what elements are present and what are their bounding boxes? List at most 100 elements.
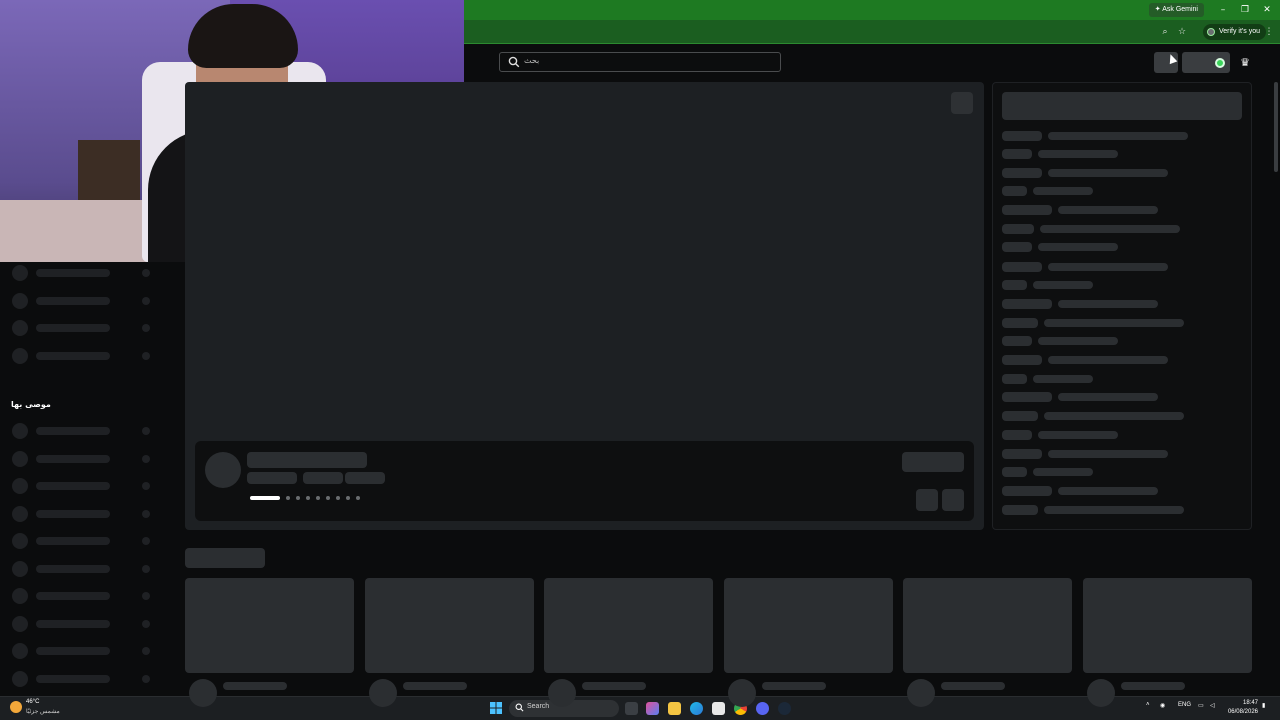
chat-message-placeholder [1048, 132, 1188, 140]
ask-gemini-button[interactable]: ✦ Ask Gemini [1148, 3, 1204, 17]
carousel-dot[interactable] [356, 496, 360, 500]
network-icon[interactable]: ▭ [1198, 702, 1204, 709]
stream-card-avatar[interactable] [1087, 679, 1115, 707]
carousel-dot[interactable] [316, 496, 320, 500]
stream-card-avatar[interactable] [907, 679, 935, 707]
hero-next-placeholder[interactable] [942, 489, 964, 511]
carousel-dot-active[interactable] [250, 496, 280, 500]
edge-icon[interactable] [690, 702, 703, 715]
restore-icon[interactable]: ❐ [1238, 3, 1252, 17]
minimize-icon[interactable]: – [1216, 3, 1230, 17]
hero-action-placeholder[interactable] [902, 452, 964, 472]
sidebar-channel-name [36, 510, 110, 518]
sidebar-channel-name [36, 352, 110, 360]
sidebar-viewer-count [142, 592, 150, 600]
page-scrollbar[interactable] [1274, 82, 1278, 172]
zoom-icon[interactable]: ⌕ [1158, 25, 1172, 39]
chat-username-placeholder [1002, 280, 1027, 290]
chat-username-placeholder [1002, 411, 1038, 421]
sidebar-channel-avatar[interactable] [12, 616, 28, 632]
stream-card-title [762, 682, 826, 690]
sidebar-channel-avatar[interactable] [12, 478, 28, 494]
stream-card-title [403, 682, 467, 690]
volume-icon[interactable]: ◁ [1210, 702, 1215, 709]
star-icon[interactable]: ☆ [1175, 25, 1189, 39]
sidebar-channel-avatar[interactable] [12, 533, 28, 549]
sidebar-channel-avatar[interactable] [12, 320, 28, 336]
sidebar-channel-avatar[interactable] [12, 423, 28, 439]
stream-card-avatar[interactable] [369, 679, 397, 707]
section-heading-placeholder [185, 548, 265, 568]
carousel-dot[interactable] [326, 496, 330, 500]
sidebar-channel-avatar[interactable] [12, 561, 28, 577]
windows-start-icon[interactable] [490, 702, 502, 714]
chat-message-placeholder [1044, 319, 1184, 327]
chat-message-placeholder [1048, 263, 1168, 271]
chat-username-placeholder [1002, 467, 1027, 477]
carousel-dot[interactable] [306, 496, 310, 500]
chat-username-placeholder [1002, 486, 1052, 496]
hero-corner-placeholder[interactable] [951, 92, 973, 114]
sidebar-viewer-count [142, 647, 150, 655]
steam-icon[interactable] [778, 702, 791, 715]
kebab-menu-icon[interactable]: ⋮ [1262, 25, 1276, 39]
copilot-icon[interactable] [646, 702, 659, 715]
stream-card-thumbnail[interactable] [1083, 578, 1252, 673]
stream-card-thumbnail[interactable] [365, 578, 534, 673]
header-button-placeholder[interactable] [1154, 52, 1178, 73]
stream-card-avatar[interactable] [189, 679, 217, 707]
taskbar-search-placeholder: Search [527, 703, 550, 710]
close-icon[interactable]: ✕ [1260, 3, 1274, 17]
chat-message-placeholder [1040, 225, 1180, 233]
sidebar-channel-avatar[interactable] [12, 348, 28, 364]
chat-username-placeholder [1002, 262, 1042, 272]
file-explorer-icon[interactable] [668, 702, 681, 715]
browser-titlebar: ✦ Ask Gemini – ❐ ✕ [464, 0, 1280, 20]
hero-prev-placeholder[interactable] [916, 489, 938, 511]
sidebar-channel-name [36, 297, 110, 305]
search-input[interactable]: بحث [499, 52, 781, 72]
chat-message-placeholder [1038, 431, 1118, 439]
chat-message-placeholder [1033, 468, 1093, 476]
sidebar-channel-avatar[interactable] [12, 451, 28, 467]
store-icon[interactable] [712, 702, 725, 715]
tray-chevron-up-icon[interactable]: ˄ [1146, 702, 1150, 708]
discord-icon[interactable] [756, 702, 769, 715]
stream-card-avatar[interactable] [728, 679, 756, 707]
tray-app-icon[interactable]: ◉ [1160, 702, 1165, 709]
hero-tag-placeholder [345, 472, 385, 484]
chat-username-placeholder [1002, 355, 1042, 365]
weather-sun-icon[interactable] [10, 701, 22, 713]
carousel-dot[interactable] [296, 496, 300, 500]
taskbar-clock[interactable]: 18:47 06/08/2026 [1228, 699, 1258, 717]
sidebar-channel-avatar[interactable] [12, 506, 28, 522]
carousel-dot[interactable] [346, 496, 350, 500]
carousel-dot[interactable] [286, 496, 290, 500]
sidebar-channel-avatar[interactable] [12, 671, 28, 687]
stream-card-thumbnail[interactable] [544, 578, 713, 673]
carousel-dot[interactable] [336, 496, 340, 500]
stream-card-avatar[interactable] [548, 679, 576, 707]
sidebar-viewer-count [142, 565, 150, 573]
sidebar-channel-name [36, 675, 110, 683]
task-view-icon[interactable] [625, 702, 638, 715]
sidebar-channel-name [36, 427, 110, 435]
stream-card-thumbnail[interactable] [724, 578, 893, 673]
stream-card-thumbnail[interactable] [903, 578, 1072, 673]
webcam-floor [0, 200, 150, 262]
sidebar-channel-avatar[interactable] [12, 588, 28, 604]
sidebar-viewer-count [142, 269, 150, 277]
chat-username-placeholder [1002, 205, 1052, 215]
verify-profile-button[interactable]: Verify it's you [1202, 24, 1266, 40]
site-logo-icon[interactable]: ♛ [1238, 56, 1252, 70]
ask-gemini-label: Ask Gemini [1162, 6, 1198, 13]
stream-card-thumbnail[interactable] [185, 578, 354, 673]
sidebar-channel-avatar[interactable] [12, 293, 28, 309]
sidebar-channel-avatar[interactable] [12, 643, 28, 659]
weather-condition: مشمس جزئيًا [26, 709, 60, 715]
chat-message-placeholder [1033, 281, 1093, 289]
language-indicator[interactable]: ENG [1178, 702, 1191, 708]
notification-bell-icon[interactable]: ▮ [1262, 702, 1265, 709]
sidebar-channel-avatar[interactable] [12, 265, 28, 281]
sidebar-channel-name [36, 620, 110, 628]
